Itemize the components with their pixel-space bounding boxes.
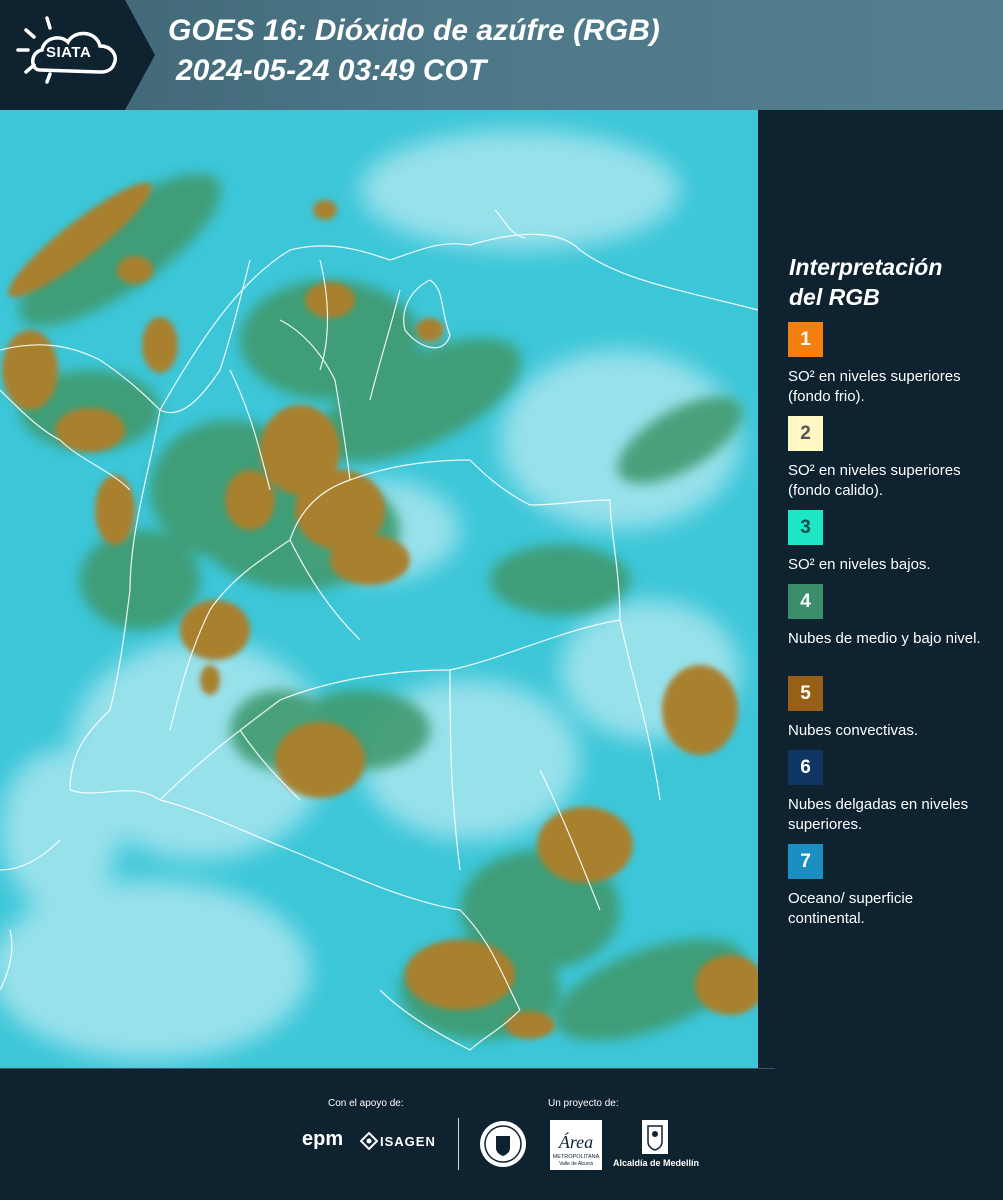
legend-item-2: 2 SO² en niveles superiores (fondo calid… xyxy=(788,416,993,501)
legend-item-4: 4 Nubes de medio y bajo nivel. xyxy=(788,584,993,649)
legend-item-5: 5 Nubes convectivas. xyxy=(788,676,993,741)
legend-desc-6: Nubes delgadas en niveles superiores. xyxy=(788,796,969,833)
support-label: Con el apoyo de: xyxy=(328,1098,404,1109)
legend-item-6: 6 Nubes delgadas en niveles superiores. xyxy=(788,750,993,835)
legend-desc-5: Nubes convectivas. xyxy=(788,722,919,739)
legend-panel: Interpretación del RGB 1 SO² en niveles … xyxy=(758,110,1003,1068)
legend-item-3: 3 SO² en niveles bajos. xyxy=(788,510,993,575)
legend-title-line1: Interpretación xyxy=(789,254,943,280)
epm-logo: epm xyxy=(302,1128,344,1150)
legend-swatch-5: 5 xyxy=(788,676,823,711)
footer-vertical-divider xyxy=(458,1118,459,1170)
siata-logo: SIATA xyxy=(0,0,155,110)
area-metropolitana-logo: Área METROPOLITANA Valle de Aburrá xyxy=(550,1120,602,1175)
legend-title-line2: del RGB xyxy=(789,284,880,310)
footer-bar: Con el apoyo de: Un proyecto de: epm ISA… xyxy=(0,1068,1003,1200)
area-logo-sub2: Valle de Aburrá xyxy=(559,1161,593,1167)
legend-desc-7: Oceano/ superficie continental. xyxy=(788,890,914,927)
header-bar: SIATA GOES 16: Dióxido de azúfre (RGB) 2… xyxy=(0,0,1003,110)
legend-swatch-4: 4 xyxy=(788,584,823,619)
legend-swatch-7: 7 xyxy=(788,844,823,879)
project-label: Un proyecto de: xyxy=(548,1098,619,1109)
legend-item-7: 7 Oceano/ superficie continental. xyxy=(788,844,993,929)
alcaldia-logo-text: Alcaldía de Medellín xyxy=(613,1158,700,1168)
legend-item-1: 1 SO² en niveles superiores (fondo frio)… xyxy=(788,322,993,407)
footer-divider xyxy=(0,1068,775,1069)
area-logo-sub: METROPOLITANA xyxy=(553,1154,600,1160)
isagen-icon xyxy=(360,1132,378,1150)
legend-desc-2: SO² en niveles superiores (fondo calido)… xyxy=(788,462,961,499)
isagen-logo: ISAGEN xyxy=(380,1134,436,1149)
legend-swatch-1: 1 xyxy=(788,322,823,357)
legend-desc-1: SO² en niveles superiores (fondo frio). xyxy=(788,368,961,405)
page-title: GOES 16: Dióxido de azúfre (RGB) xyxy=(168,14,660,47)
area-logo-text: Área xyxy=(558,1131,593,1152)
legend-swatch-3: 3 xyxy=(788,510,823,545)
legend-swatch-6: 6 xyxy=(788,750,823,785)
medellin-seal-icon xyxy=(480,1121,526,1167)
legend-swatch-2: 2 xyxy=(788,416,823,451)
legend-desc-4: Nubes de medio y bajo nivel. xyxy=(788,630,981,647)
siata-logo-text: SIATA xyxy=(46,44,92,61)
legend-desc-3: SO² en niveles bajos. xyxy=(788,556,931,573)
legend-title: Interpretación del RGB xyxy=(789,252,989,312)
page-timestamp: 2024-05-24 03:49 COT xyxy=(176,54,487,87)
alcaldia-shield-icon xyxy=(642,1120,668,1154)
satellite-map xyxy=(0,110,758,1068)
